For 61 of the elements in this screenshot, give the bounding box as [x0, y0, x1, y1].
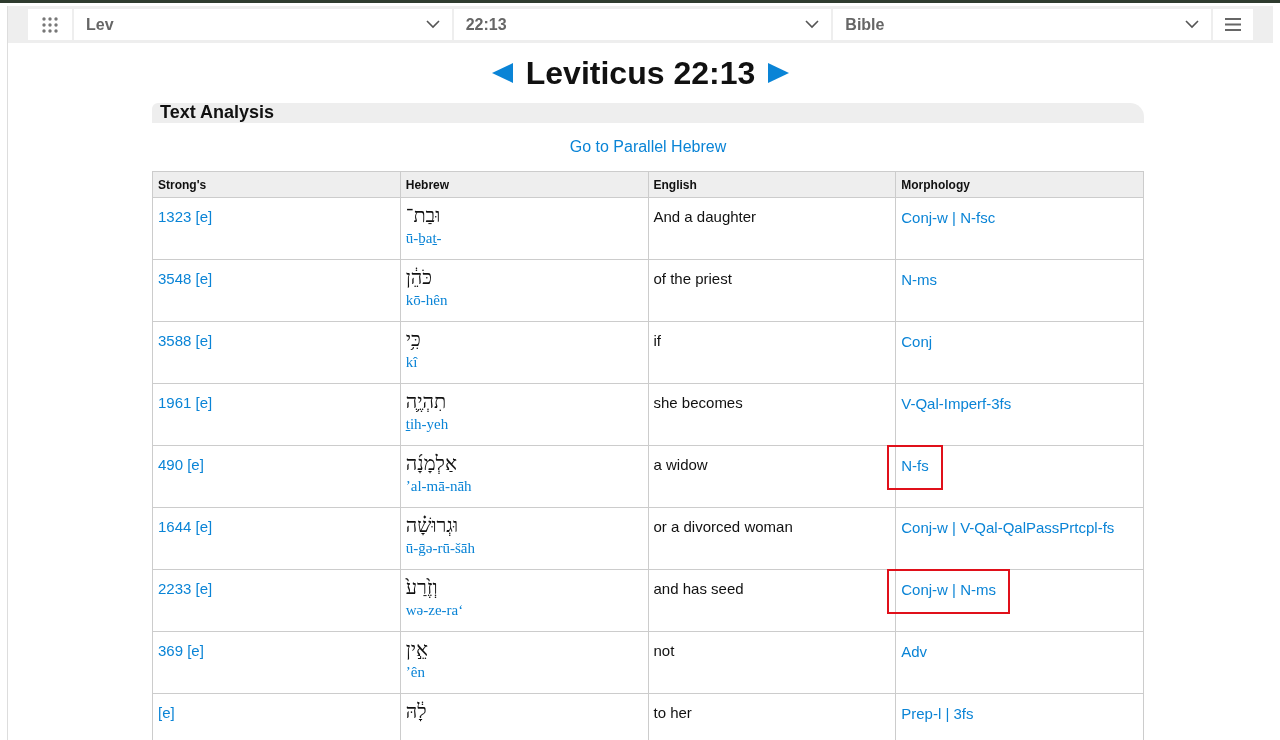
english-cell: of the priest	[648, 259, 896, 322]
transliteration[interactable]: ṯih-yeh	[405, 414, 643, 434]
section-title: Text Analysis	[160, 101, 275, 123]
hebrew-word: וּגְרוּשָׁ֗ה	[405, 512, 459, 538]
version-select[interactable]: Bible	[833, 9, 1211, 40]
morphology-link[interactable]: N-fs	[901, 457, 929, 474]
transliteration[interactable]: wə-ze-ra‘	[405, 600, 643, 620]
strongs-cell[interactable]: 3548 [e]	[152, 259, 401, 322]
column-header: English	[648, 171, 896, 198]
morphology-link[interactable]: Conj	[901, 333, 933, 350]
english-cell: not	[648, 631, 896, 694]
english-cell: she becomes	[648, 383, 896, 446]
hebrew-word: כֹּהֵ֔ן	[405, 264, 433, 290]
menu-button[interactable]	[1213, 9, 1253, 40]
english-cell: And a daughter	[648, 197, 896, 260]
transliteration[interactable]: ū-ḇaṯ-	[405, 228, 643, 248]
hebrew-word: וְזֶ֙רַע֙	[405, 574, 438, 600]
column-header: Strong's	[152, 171, 401, 198]
strongs-cell[interactable]: 3588 [e]	[152, 321, 401, 384]
transliteration[interactable]: ’ên	[405, 662, 643, 682]
chevron-down-icon	[425, 20, 440, 29]
transliteration[interactable]: kî	[405, 352, 643, 372]
column-header: Hebrew	[400, 171, 648, 198]
english-cell: and has seed	[648, 569, 896, 632]
strongs-cell[interactable]: 2233 [e]	[152, 569, 401, 632]
strongs-cell[interactable]: 369 [e]	[152, 631, 401, 694]
verse-select[interactable]: 22:13	[453, 9, 832, 40]
next-arrow-icon[interactable]	[767, 63, 790, 83]
book-select[interactable]: Lev	[74, 9, 452, 40]
strongs-cell[interactable]: 1323 [e]	[152, 197, 401, 260]
hebrew-word: אֵ֣ין	[405, 636, 429, 662]
hebrew-word: לָ֔הּ	[405, 698, 427, 724]
transliteration[interactable]: ’al-mā-nāh	[405, 476, 643, 496]
strongs-cell[interactable]: [e]	[152, 693, 401, 740]
page-title: Leviticus 22:13	[525, 54, 756, 93]
hebrew-word: אַלְמָנָ֜ה	[405, 450, 457, 476]
menu-icon	[1225, 18, 1241, 31]
morphology-link[interactable]: Prep-l | 3fs	[901, 705, 974, 722]
transliteration[interactable]: ū-ḡə-rū-šāh	[405, 538, 643, 558]
previous-arrow-icon[interactable]	[491, 63, 514, 83]
parallel-hebrew-link[interactable]: Go to Parallel Hebrew	[569, 135, 727, 155]
chevron-down-icon	[1185, 20, 1199, 29]
english-cell: if	[648, 321, 896, 384]
english-cell: a widow	[648, 445, 896, 508]
column-header: Morphology	[895, 171, 1144, 198]
morphology-link[interactable]: Conj-w | N-ms	[901, 581, 996, 598]
morphology-link[interactable]: V-Qal-Imperf-3fs	[901, 395, 1012, 412]
apps-menu-button[interactable]	[28, 9, 72, 40]
hebrew-word: וּבַת־	[405, 202, 441, 228]
english-cell: or a divorced woman	[648, 507, 896, 570]
transliteration[interactable]: kō-hên	[405, 290, 643, 310]
morphology-link[interactable]: Conj-w | N-fsc	[901, 209, 996, 226]
strongs-cell[interactable]: 1644 [e]	[152, 507, 401, 570]
strongs-cell[interactable]: 490 [e]	[152, 445, 401, 508]
morphology-link[interactable]: Adv	[901, 643, 928, 660]
grid-icon	[42, 16, 58, 33]
hebrew-word: תִהְיֶ֛ה	[405, 388, 447, 414]
hebrew-word: כִּ֥י	[405, 326, 421, 352]
chevron-down-icon	[805, 20, 820, 29]
morphology-link[interactable]: N-ms	[901, 271, 938, 288]
strongs-cell[interactable]: 1961 [e]	[152, 383, 401, 446]
